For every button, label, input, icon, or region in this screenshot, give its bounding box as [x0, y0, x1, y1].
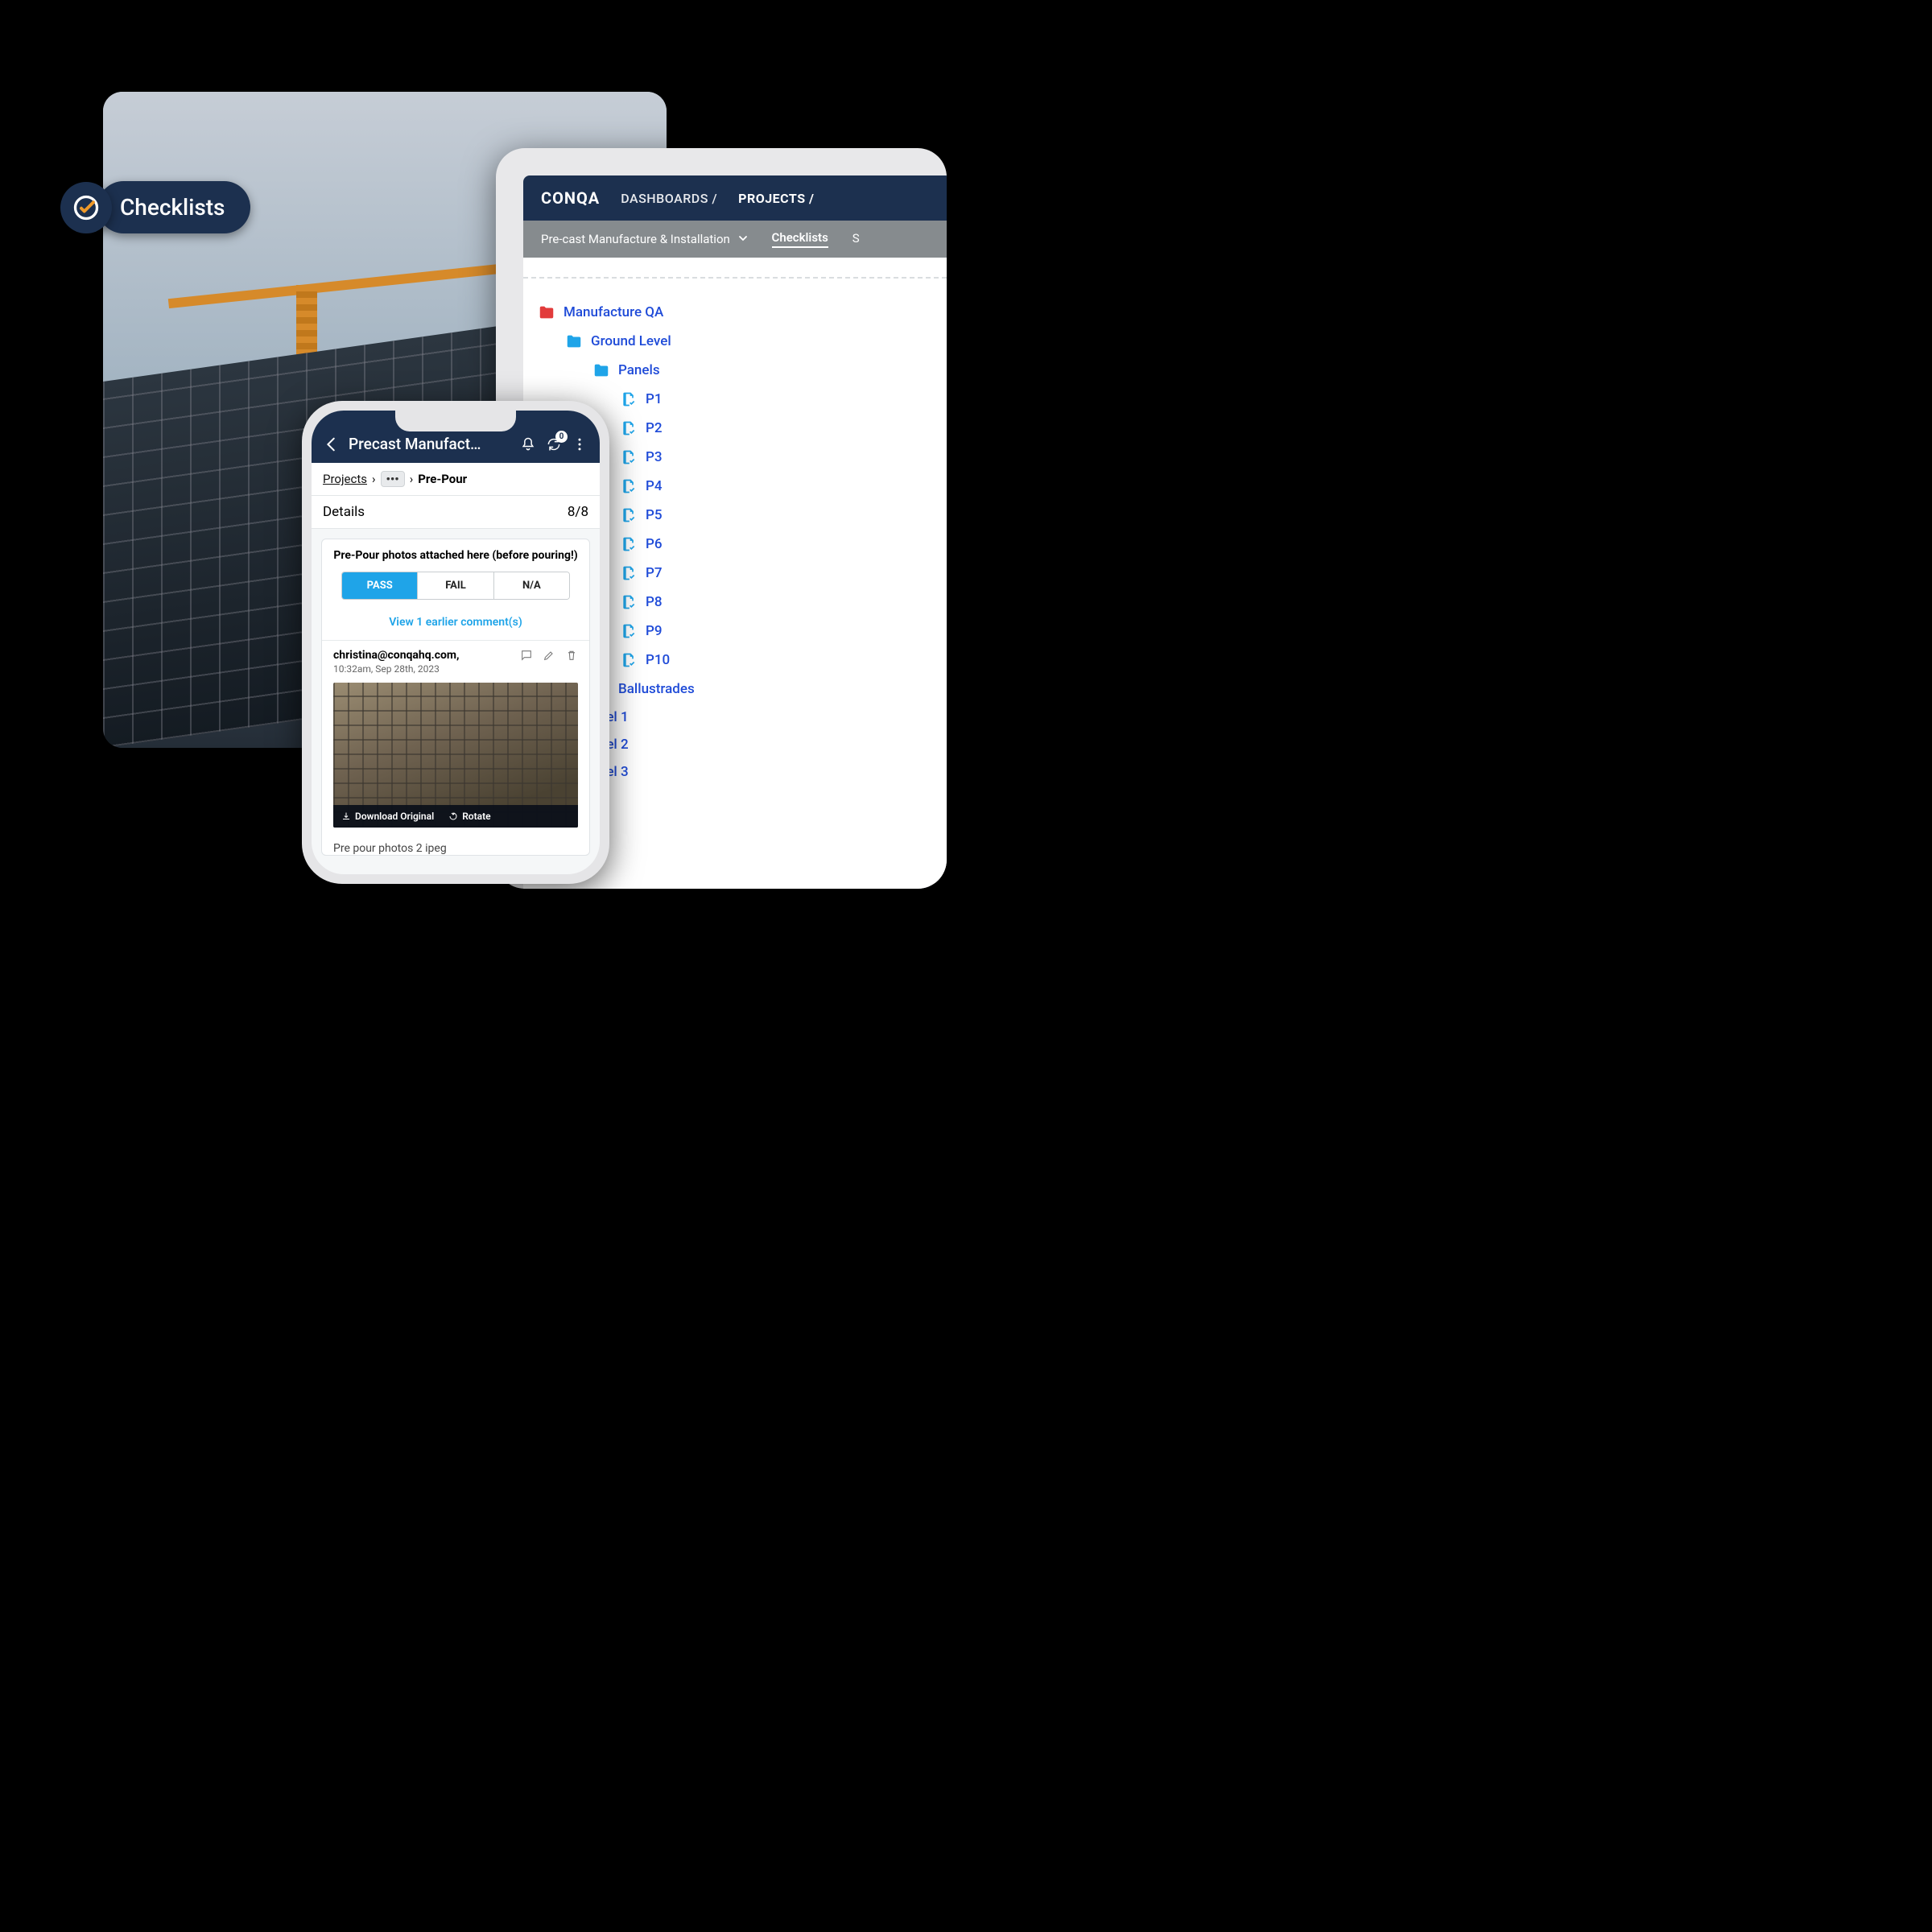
breadcrumb-collapsed[interactable]: ••• — [381, 471, 405, 487]
back-arrow-icon[interactable] — [323, 436, 341, 453]
app-logo: CONQA — [541, 188, 600, 208]
comment-time: 10:32am, Sep 28th, 2023 — [333, 663, 460, 675]
tree-root[interactable]: Manufacture QA — [538, 298, 937, 327]
chevron-right-icon: › — [372, 472, 376, 486]
folder-open-icon — [565, 332, 583, 350]
feature-badge: Checklists — [60, 181, 250, 233]
rotate-button[interactable]: Rotate — [448, 811, 490, 822]
comment-actions — [520, 649, 578, 662]
tree-level2[interactable]: Panels — [538, 356, 937, 385]
file-check-icon — [620, 651, 638, 669]
tree-item-label: P6 — [646, 536, 663, 552]
attachment-image[interactable]: Download Original Rotate — [333, 683, 578, 828]
segment-fail[interactable]: FAIL — [417, 572, 493, 599]
tree-level1-label: Ground Level — [591, 333, 671, 349]
tree-item[interactable]: P1 — [538, 385, 937, 414]
file-check-icon — [620, 535, 638, 553]
project-selector-label: Pre-cast Manufacture & Installation — [541, 232, 730, 246]
breadcrumb-current: Pre-Pour — [418, 472, 467, 486]
file-check-icon — [620, 622, 638, 640]
tree-level1[interactable]: Ground Level — [538, 327, 937, 356]
breadcrumb: Projects › ••• › Pre-Pour — [312, 463, 600, 496]
nav-dashboards[interactable]: DASHBOARDS / — [621, 191, 717, 206]
phone-title: Precast Manufact… — [349, 435, 511, 453]
folder-open-icon — [538, 303, 555, 321]
comment-user: christina@conqahq.com, — [333, 649, 460, 662]
comment: christina@conqahq.com, 10:32am, Sep 28th… — [322, 640, 589, 836]
phone-device: Precast Manufact… 0 Projects › ••• › Pre… — [302, 401, 609, 884]
file-check-icon — [620, 477, 638, 495]
tree-item-label: P2 — [646, 420, 663, 436]
file-check-icon — [620, 506, 638, 524]
tablet-subheader: Pre-cast Manufacture & Installation Chec… — [523, 221, 947, 258]
chevron-right-icon: › — [410, 472, 414, 486]
edit-icon[interactable] — [543, 649, 555, 662]
sync-badge-count: 0 — [555, 431, 568, 443]
phone-screen: Precast Manufact… 0 Projects › ••• › Pre… — [312, 411, 600, 874]
download-label: Download Original — [355, 811, 434, 822]
details-bar: Details 8/8 — [312, 496, 600, 529]
trash-icon[interactable] — [565, 649, 578, 662]
view-earlier-link[interactable]: View 1 earlier comment(s) — [322, 611, 589, 640]
file-check-icon — [620, 564, 638, 582]
download-button[interactable]: Download Original — [341, 811, 434, 822]
rotate-label: Rotate — [462, 811, 490, 822]
segment-pass[interactable]: PASS — [342, 572, 417, 599]
more-vertical-icon[interactable] — [571, 436, 588, 453]
checklist-badge-icon — [60, 182, 112, 233]
file-check-icon — [620, 448, 638, 466]
tree-item-label: P5 — [646, 507, 663, 523]
comment-icon[interactable] — [520, 649, 533, 662]
feature-badge-label: Checklists — [97, 181, 250, 233]
card-title: Pre-Pour photos attached here (before po… — [322, 539, 589, 572]
tree-item-label: P7 — [646, 565, 663, 581]
file-check-icon — [620, 419, 638, 437]
attachment-filename: Pre pour photos 2 ipeg — [322, 836, 589, 855]
file-check-icon — [620, 390, 638, 408]
tree-item-label: P9 — [646, 623, 663, 639]
attachment-toolbar: Download Original Rotate — [333, 805, 578, 828]
tree-sibling-label: Ballustrades — [618, 681, 695, 697]
tab-checklists[interactable]: Checklists — [772, 230, 828, 248]
checklist-card: Pre-Pour photos attached here (before po… — [321, 539, 590, 856]
phone-notch — [395, 411, 516, 431]
result-segmented: PASS FAIL N/A — [341, 572, 570, 600]
tree-level2-label: Panels — [618, 362, 660, 378]
nav-projects[interactable]: PROJECTS / — [738, 191, 814, 206]
details-count: 8/8 — [568, 504, 588, 520]
folder-open-icon — [592, 361, 610, 379]
tree-item-label: P10 — [646, 652, 670, 668]
tree-item-label: P3 — [646, 449, 663, 465]
tree-root-label: Manufacture QA — [564, 304, 663, 320]
sync-icon[interactable]: 0 — [545, 436, 563, 453]
tablet-header: CONQA DASHBOARDS / PROJECTS / — [523, 175, 947, 221]
project-selector[interactable]: Pre-cast Manufacture & Installation — [541, 232, 748, 246]
file-check-icon — [620, 593, 638, 611]
details-label: Details — [323, 504, 365, 520]
segment-na[interactable]: N/A — [493, 572, 569, 599]
bell-icon[interactable] — [519, 436, 537, 453]
tree-item-label: P8 — [646, 594, 663, 610]
tree-item-label: P4 — [646, 478, 663, 494]
chevron-down-icon — [738, 233, 748, 243]
tree-item-label: P1 — [646, 391, 663, 407]
tab-other[interactable]: S — [852, 231, 860, 247]
breadcrumb-root[interactable]: Projects — [323, 472, 367, 486]
